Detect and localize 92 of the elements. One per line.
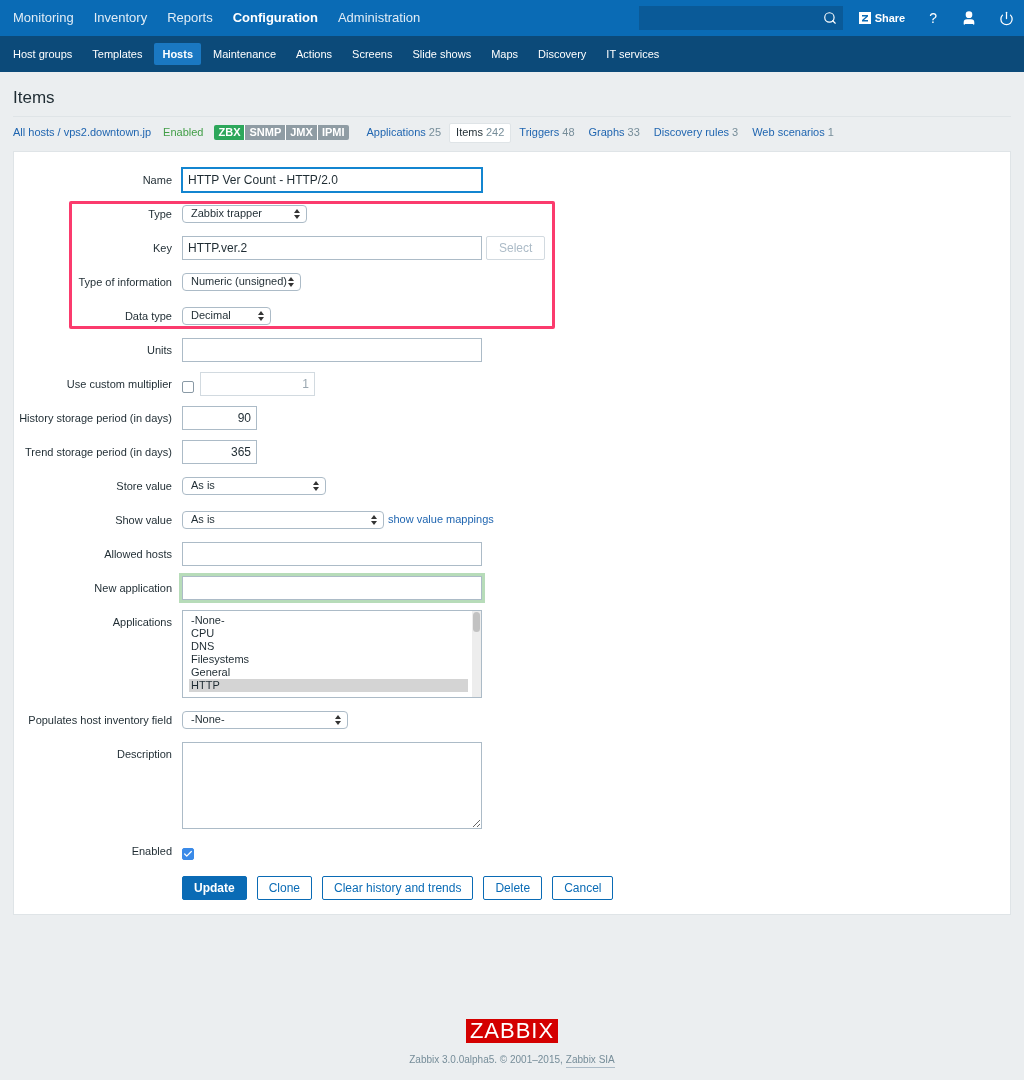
sub-nav-tab[interactable]: Hosts bbox=[154, 43, 201, 65]
field-label: Allowed hosts bbox=[103, 546, 172, 562]
item-tab[interactable]: Triggers 48 bbox=[513, 122, 581, 143]
form-button[interactable]: Cancel bbox=[552, 875, 614, 900]
field-label: Data type bbox=[123, 308, 172, 324]
updown-arrows-icon bbox=[294, 208, 300, 219]
form-button[interactable]: Update bbox=[182, 875, 247, 900]
select-dropdown[interactable]: As is bbox=[182, 476, 326, 495]
availability-tag: JMX bbox=[286, 125, 318, 140]
power-icon[interactable] bbox=[999, 10, 1014, 26]
host-link[interactable]: vps2.downtown.jp bbox=[63, 124, 152, 141]
list-option[interactable]: DNS bbox=[189, 639, 468, 653]
item-tab[interactable]: Items 242 bbox=[449, 122, 512, 143]
sub-nav-tab[interactable]: Templates bbox=[84, 43, 151, 65]
select-dropdown[interactable]: Numeric (unsigned) bbox=[182, 272, 301, 291]
availability-tag: IPMI bbox=[317, 125, 349, 140]
item-tab[interactable]: Applications 25 bbox=[360, 122, 448, 143]
list-option[interactable]: -None- bbox=[189, 613, 468, 627]
sub-nav-tab[interactable]: Maintenance bbox=[205, 43, 284, 65]
search-icon[interactable] bbox=[822, 11, 837, 25]
select-dropdown[interactable]: Decimal bbox=[182, 306, 271, 325]
field-label: Description bbox=[115, 746, 172, 762]
field-label: Use custom multiplier bbox=[65, 376, 172, 392]
updown-arrows-icon bbox=[313, 480, 319, 491]
breadcrumb-separator: / bbox=[56, 125, 62, 141]
z-logo-icon bbox=[858, 12, 871, 24]
all-hosts-link[interactable]: All hosts bbox=[13, 124, 55, 141]
select-dropdown[interactable]: -None- bbox=[182, 710, 348, 729]
form-button[interactable]: Delete bbox=[483, 875, 543, 900]
checkbox[interactable] bbox=[182, 380, 194, 393]
field-label: Trend storage period (in days) bbox=[24, 444, 172, 460]
field-label: History storage period (in days) bbox=[18, 410, 172, 426]
field-label: Show value bbox=[114, 512, 172, 528]
item-tab[interactable]: Graphs 33 bbox=[582, 122, 646, 143]
field-label: Populates host inventory field bbox=[27, 712, 172, 728]
updown-arrows-icon bbox=[258, 310, 264, 321]
sub-nav-tab[interactable]: Actions bbox=[288, 43, 341, 65]
select-dropdown[interactable]: Zabbix trapper bbox=[182, 204, 307, 223]
text-field[interactable] bbox=[182, 541, 482, 566]
updown-arrows-icon bbox=[288, 276, 294, 287]
description-field[interactable] bbox=[182, 741, 482, 829]
share-link[interactable]: Share bbox=[858, 9, 906, 27]
field-label: Type bbox=[147, 206, 172, 222]
list-option[interactable]: CPU bbox=[189, 626, 468, 640]
sub-nav-tab[interactable]: Discovery bbox=[530, 43, 595, 65]
top-nav-tab[interactable]: Reports bbox=[157, 0, 223, 36]
text-field[interactable]: HTTP Ver Count - HTTP/2.0 bbox=[182, 167, 482, 192]
sub-nav-tab[interactable]: Screens bbox=[344, 43, 401, 65]
text-field[interactable] bbox=[182, 337, 482, 362]
field-label: Applications bbox=[111, 614, 172, 630]
status-label: Enabled bbox=[163, 125, 204, 141]
form-button[interactable]: Clear history and trends bbox=[322, 875, 474, 900]
help-link[interactable]: ? bbox=[929, 7, 937, 29]
availability-tag: SNMP bbox=[245, 125, 287, 140]
field-label: Name bbox=[141, 172, 172, 188]
sub-nav-tab[interactable]: IT services bbox=[598, 43, 668, 65]
copyright-text: Zabbix 3.0.0alpha5. © 2001–2015, bbox=[409, 1053, 563, 1067]
text-field[interactable]: HTTP.ver.2 bbox=[182, 235, 482, 260]
value-mappings-link[interactable]: show value mappings bbox=[388, 511, 494, 528]
top-nav-tab[interactable]: Monitoring bbox=[3, 0, 84, 36]
form-button[interactable]: Clone bbox=[256, 875, 313, 900]
zabbix-logo: ZABBIX bbox=[465, 1019, 559, 1043]
number-field[interactable]: 90 bbox=[182, 405, 257, 430]
field-label: Enabled bbox=[130, 843, 172, 859]
list-option[interactable]: General bbox=[189, 665, 468, 679]
search-field[interactable] bbox=[638, 6, 843, 30]
checkbox[interactable] bbox=[182, 847, 194, 860]
select-dropdown[interactable]: As is bbox=[182, 510, 384, 529]
field-label: Key bbox=[152, 240, 172, 256]
user-icon[interactable] bbox=[961, 10, 977, 26]
sub-nav-tab[interactable]: Maps bbox=[483, 43, 527, 65]
scrollbar[interactable] bbox=[472, 610, 481, 697]
field-label: Units bbox=[145, 342, 172, 358]
top-nav-tab[interactable]: Inventory bbox=[83, 0, 158, 36]
page-title: Items bbox=[13, 72, 1011, 117]
number-field[interactable]: 365 bbox=[182, 439, 257, 464]
sub-nav-tab[interactable]: Slide shows bbox=[404, 43, 480, 65]
list-option[interactable]: Filesystems bbox=[189, 652, 468, 666]
applications-listbox[interactable]: -None- CPU DNS Filesystems General HTTP bbox=[182, 609, 482, 698]
item-tab[interactable]: Web scenarios 1 bbox=[746, 122, 840, 143]
field-label: New application bbox=[93, 580, 172, 596]
field-label: Type of information bbox=[77, 274, 172, 290]
top-nav-tab[interactable]: Administration bbox=[327, 0, 431, 36]
text-field[interactable] bbox=[182, 575, 482, 600]
updown-arrows-icon bbox=[371, 514, 377, 525]
item-tab[interactable]: Discovery rules 3 bbox=[647, 122, 745, 143]
sub-nav-tab[interactable]: Host groups bbox=[5, 43, 81, 65]
field-label: Store value bbox=[115, 478, 172, 494]
list-option[interactable]: HTTP bbox=[189, 678, 468, 692]
availability-tag: ZBX bbox=[214, 125, 246, 140]
top-nav-tab[interactable]: Configuration bbox=[222, 0, 328, 36]
updown-arrows-icon bbox=[335, 714, 341, 725]
